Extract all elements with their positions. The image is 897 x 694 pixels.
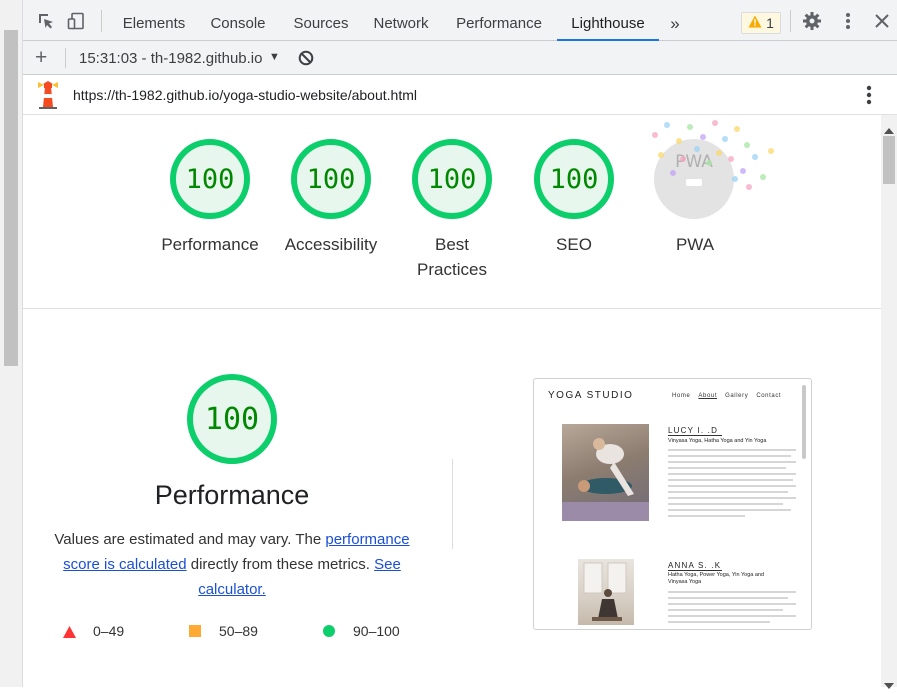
performance-title: Performance <box>154 480 310 510</box>
seo-gauge[interactable]: 100 <box>534 139 614 219</box>
performance-score-gauge: 100 <box>187 374 277 464</box>
performance-description: Values are estimated and may vary. The p… <box>54 531 410 598</box>
tab-network[interactable]: Network <box>363 0 439 41</box>
legend-fail-icon <box>63 625 76 643</box>
tab-elements[interactable]: Elements <box>111 0 197 41</box>
gauge-value: 100 <box>534 139 614 219</box>
devtools-toolbar: Elements Console Sources Network Perform… <box>23 0 897 41</box>
performance-score-value: 100 <box>187 374 277 464</box>
left-scrollbar-thumb[interactable] <box>4 30 18 366</box>
thumb-underline <box>668 570 722 571</box>
legend-average-range: 50–89 <box>219 623 258 639</box>
thumb-photo-anna <box>578 559 634 625</box>
warnings-badge[interactable]: 1 <box>741 12 781 34</box>
thumb-person2-name: ANNA S. .K <box>668 561 722 570</box>
more-tabs-button[interactable]: » <box>661 0 689 41</box>
lighthouse-logo-icon <box>37 81 59 114</box>
thumb-person1-name: LUCY I. .D <box>668 426 719 435</box>
device-toolbar-icon[interactable] <box>65 10 87 32</box>
warnings-count: 1 <box>766 15 774 31</box>
tab-lighthouse[interactable]: Lighthouse <box>557 0 659 41</box>
lighthouse-report: 100 Performance 100 Accessibility 100 Be… <box>23 115 881 687</box>
tab-sources[interactable]: Sources <box>281 0 361 41</box>
section-divider <box>23 308 881 309</box>
tab-console[interactable]: Console <box>197 0 279 41</box>
gear-icon[interactable] <box>801 10 823 32</box>
lighthouse-report-bar: + 15:31:03 - th-1982.github.io ▼ <box>23 41 897 75</box>
report-url-bar: https://th-1982.github.io/yoga-studio-we… <box>23 75 897 115</box>
report-selector[interactable]: 15:31:03 - th-1982.github.io <box>79 50 262 67</box>
thumb-photo-lucy <box>562 424 649 521</box>
gauge-label-pwa: PWA <box>675 235 715 254</box>
gauge-value: 100 <box>412 139 492 219</box>
tab-performance[interactable]: Performance <box>447 0 551 41</box>
warning-icon <box>748 15 762 31</box>
thumb-brand: YOGA STUDIO <box>548 390 634 401</box>
scroll-up-arrow-icon[interactable] <box>884 121 894 139</box>
thumb-nav: Home About Gallery Contact <box>672 393 782 399</box>
legend-pass-range: 90–100 <box>353 623 400 639</box>
toolbar-divider <box>790 10 791 32</box>
gauge-label-seo: SEO <box>556 235 592 254</box>
accessibility-gauge[interactable]: 100 <box>291 139 371 219</box>
clear-reports-icon[interactable] <box>298 50 314 71</box>
thumb-underline <box>668 435 722 436</box>
report-url: https://th-1982.github.io/yoga-studio-we… <box>73 87 417 103</box>
scroll-down-arrow-icon[interactable] <box>884 676 894 694</box>
toolbar-divider <box>101 10 102 32</box>
thumb-person2-bio <box>668 591 796 623</box>
report-scrollbar[interactable] <box>881 115 897 687</box>
gauge-value: 100 <box>291 139 371 219</box>
gauge-label-best-practices: Best Practices <box>417 235 487 279</box>
new-report-button[interactable]: + <box>35 46 47 70</box>
thumb-person2-styles: Hatha Yoga, Power Yoga, Yin Yoga and Vin… <box>668 572 765 585</box>
performance-gauge[interactable]: 100 <box>170 139 250 219</box>
gauge-label-performance: Performance <box>161 235 259 254</box>
performance-divider <box>452 459 453 549</box>
chevron-down-icon[interactable]: ▼ <box>269 51 280 63</box>
report-scrollbar-thumb[interactable] <box>883 136 895 184</box>
pwa-badge[interactable]: PWA <box>635 115 785 230</box>
close-icon[interactable] <box>871 10 893 32</box>
final-screenshot-thumbnail[interactable]: YOGA STUDIO Home About Gallery Contact L… <box>533 378 812 630</box>
kebab-menu-icon[interactable] <box>837 10 859 32</box>
bar-divider <box>65 48 66 68</box>
thumb-scrollbar <box>802 385 806 459</box>
legend-pass-icon <box>323 625 335 637</box>
gauge-label-accessibility: Accessibility <box>284 235 378 254</box>
inspect-element-icon[interactable] <box>35 10 57 32</box>
thumb-person1-styles: Vinyasa Yoga, Hatha Yoga and Yin Yoga <box>668 438 767 444</box>
best-practices-gauge[interactable]: 100 <box>412 139 492 219</box>
thumb-person1-bio <box>668 449 796 517</box>
legend-average-icon <box>189 625 201 637</box>
legend-fail-range: 0–49 <box>93 623 125 639</box>
gauge-value: 100 <box>170 139 250 219</box>
report-menu-icon[interactable] <box>866 85 872 110</box>
